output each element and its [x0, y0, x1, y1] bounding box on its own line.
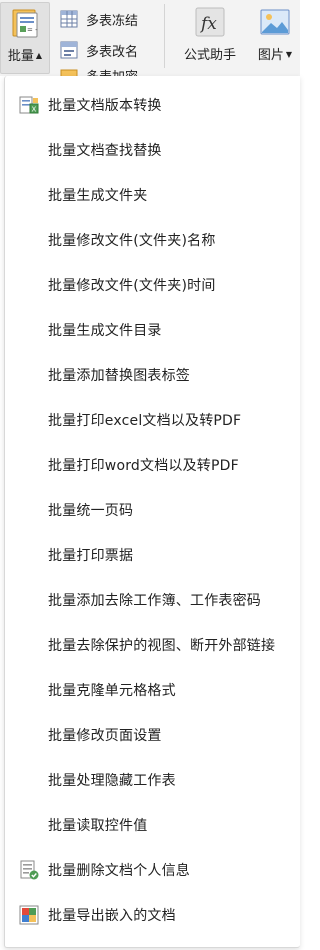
- menu-item-label: 批量导出嵌入的文档: [48, 908, 176, 924]
- menu-item-label: 批量读取控件值: [48, 818, 148, 834]
- menu-item-file-directory[interactable]: 批量生成文件目录: [5, 308, 301, 352]
- menu-item-label: 批量修改文件(文件夹)名称: [48, 233, 216, 249]
- menu-item-unify-page-numbers[interactable]: 批量统一页码: [5, 488, 301, 532]
- remove-personal-info-icon: [20, 860, 39, 880]
- menu-item-label: 批量添加去除工作簿、工作表密码: [48, 593, 261, 609]
- export-embedded-icon: [19, 905, 39, 925]
- svg-text:fx: fx: [199, 14, 217, 34]
- chevron-up-icon: ▲: [35, 51, 43, 60]
- menu-item-clone-cell-format[interactable]: 批量克隆单元格格式: [5, 668, 301, 712]
- chevron-down-icon: ▼: [285, 50, 293, 59]
- menu-item-export-embedded[interactable]: 批量导出嵌入的文档: [5, 893, 301, 937]
- menu-item-read-control-values[interactable]: 批量读取控件值: [5, 803, 301, 847]
- menu-item-remove-personal-info[interactable]: 批量删除文档个人信息: [5, 848, 301, 892]
- formula-helper-label: 公式助手: [183, 48, 236, 63]
- menu-item-label: 批量去除保护的视图、断开外部链接: [48, 638, 276, 654]
- batch-dropdown-menu: X 批量文档版本转换 批量文档查找替换 批量生成文件夹 批量修改文件(文件夹)名…: [4, 76, 300, 948]
- menu-item-find-replace[interactable]: 批量文档查找替换: [5, 128, 301, 172]
- menu-item-label: 批量修改页面设置: [48, 728, 162, 744]
- formula-helper-button[interactable]: fx 公式助手: [176, 2, 244, 63]
- convert-version-icon: X: [19, 96, 39, 114]
- multi-sheet-rename-button[interactable]: 多表改名: [60, 37, 138, 63]
- ribbon-divider: [164, 4, 165, 68]
- menu-item-workbook-passwords[interactable]: 批量添加去除工作簿、工作表密码: [5, 578, 301, 622]
- fx-icon: fx: [195, 7, 225, 37]
- picture-icon: [260, 9, 290, 35]
- menu-item-label: 批量统一页码: [48, 503, 134, 519]
- menu-item-create-folders[interactable]: 批量生成文件夹: [5, 173, 301, 217]
- menu-item-print-word-pdf[interactable]: 批量打印word文档以及转PDF: [5, 443, 301, 487]
- batch-tools-icon: = -: [12, 9, 38, 38]
- menu-item-label: 批量打印excel文档以及转PDF: [48, 413, 242, 429]
- menu-item-label: 批量打印票据: [48, 548, 134, 564]
- menu-item-label: 批量修改文件(文件夹)时间: [48, 278, 216, 294]
- menu-item-chart-labels[interactable]: 批量添加替换图表标签: [5, 353, 301, 397]
- menu-item-label: 批量文档版本转换: [48, 98, 162, 114]
- menu-item-label: 批量生成文件夹: [48, 188, 148, 204]
- menu-item-rename-files[interactable]: 批量修改文件(文件夹)名称: [5, 218, 301, 262]
- menu-item-label: 批量克隆单元格格式: [48, 683, 176, 699]
- menu-item-label: 批量文档查找替换: [48, 143, 162, 159]
- menu-item-hidden-sheets[interactable]: 批量处理隐藏工作表: [5, 758, 301, 802]
- menu-item-label: 批量打印word文档以及转PDF: [48, 458, 239, 474]
- menu-item-remove-protected-view[interactable]: 批量去除保护的视图、断开外部链接: [5, 623, 301, 667]
- picture-button[interactable]: 图片 ▼: [250, 2, 300, 63]
- menu-item-modify-file-time[interactable]: 批量修改文件(文件夹)时间: [5, 263, 301, 307]
- menu-item-print-receipts[interactable]: 批量打印票据: [5, 533, 301, 577]
- menu-item-version-convert[interactable]: X 批量文档版本转换: [5, 83, 301, 127]
- batch-button-label: 批量: [7, 49, 34, 64]
- table-rename-icon: [60, 41, 78, 59]
- ribbon-toolbar: = - 批量 ▲ 多表冻结 多表改名 多表加密 fx 公式助手 图片 ▼: [0, 0, 300, 78]
- batch-button[interactable]: = - 批量 ▲: [0, 2, 50, 74]
- menu-item-label: 批量处理隐藏工作表: [48, 773, 176, 789]
- menu-item-label: 批量添加替换图表标签: [48, 368, 190, 384]
- multi-sheet-rename-label: 多表改名: [86, 44, 139, 60]
- menu-item-label: 批量生成文件目录: [48, 323, 162, 339]
- multi-sheet-freeze-button[interactable]: 多表冻结: [60, 6, 138, 32]
- svg-text:X: X: [32, 106, 37, 114]
- menu-item-page-setup[interactable]: 批量修改页面设置: [5, 713, 301, 757]
- table-grid-icon: [60, 10, 78, 28]
- menu-item-print-excel-pdf[interactable]: 批量打印excel文档以及转PDF: [5, 398, 301, 442]
- menu-item-label: 批量删除文档个人信息: [48, 863, 190, 879]
- svg-text:= -: = -: [27, 26, 38, 34]
- picture-label: 图片: [257, 48, 284, 63]
- multi-sheet-freeze-label: 多表冻结: [86, 13, 139, 29]
